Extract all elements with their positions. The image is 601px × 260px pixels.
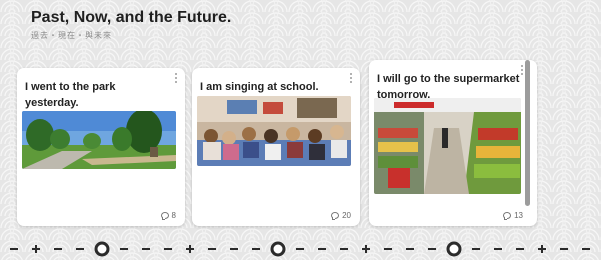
timeline-dash (318, 248, 326, 250)
board-title: Past, Now, and the Future. (31, 9, 232, 26)
more-options-icon[interactable] (348, 73, 354, 85)
timeline-dash (230, 248, 238, 250)
comment-count[interactable]: 20 (331, 211, 351, 220)
timeline-dash (494, 248, 502, 250)
timeline-dash (516, 248, 524, 250)
timeline-dash (142, 248, 150, 250)
comment-icon (331, 212, 340, 220)
timeline-dash (582, 248, 590, 250)
timeline-dash (76, 248, 84, 250)
timeline-dash (164, 248, 172, 250)
timeline-dash (296, 248, 304, 250)
timeline-dash (10, 248, 18, 250)
comment-icon (160, 212, 169, 220)
supermarket-photo[interactable] (374, 98, 521, 194)
board-subtitle: 過去・現在・與未來 (31, 31, 112, 40)
comment-count[interactable]: 13 (503, 211, 523, 220)
timeline-dash (54, 248, 62, 250)
timeline-dash (428, 248, 436, 250)
timeline-dash (340, 248, 348, 250)
timeline-dash (208, 248, 216, 250)
classroom-photo[interactable] (197, 96, 351, 166)
timeline-dash (120, 248, 128, 250)
comment-count-value: 20 (342, 211, 351, 220)
comment-count-value: 13 (514, 211, 523, 220)
comment-icon (503, 212, 512, 220)
timeline-plus-icon[interactable] (362, 245, 370, 253)
timeline-dash (560, 248, 568, 250)
park-photo[interactable] (22, 111, 176, 169)
post-text: I am singing at school. (200, 81, 319, 93)
board-header: Past, Now, and the Future. 過去・現在・與未來 (31, 9, 231, 41)
timeline-node-icon[interactable] (446, 241, 462, 257)
timeline-plus-icon[interactable] (186, 245, 194, 253)
post-text: I went to the park yesterday. (25, 81, 116, 109)
column-scrollbar[interactable] (525, 60, 530, 206)
timeline-track (10, 241, 590, 257)
post-card-future[interactable]: I will go to the supermarket tomorrow. 1… (369, 60, 537, 226)
comment-count[interactable]: 8 (160, 211, 176, 220)
timeline-node-icon[interactable] (270, 241, 286, 257)
post-card-now[interactable]: I am singing at school. 20 (192, 68, 360, 226)
timeline-plus-icon[interactable] (32, 245, 40, 253)
timeline-dash (252, 248, 260, 250)
timeline-dash (384, 248, 392, 250)
more-options-icon[interactable] (173, 73, 179, 85)
post-card-past[interactable]: I went to the park yesterday. 8 (17, 68, 185, 226)
timeline-dash (406, 248, 414, 250)
timeline-node-icon[interactable] (94, 241, 110, 257)
timeline-plus-icon[interactable] (538, 245, 546, 253)
timeline-dash (472, 248, 480, 250)
comment-count-value: 8 (171, 211, 176, 220)
